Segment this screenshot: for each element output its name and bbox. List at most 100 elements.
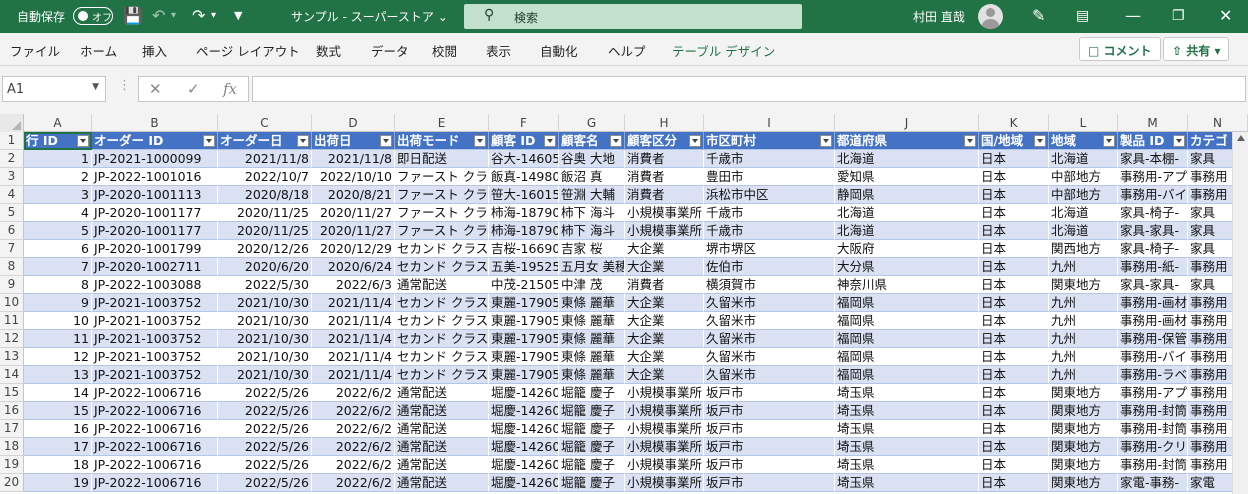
table-cell[interactable]: 日本 bbox=[979, 240, 1049, 258]
table-cell[interactable]: 埼玉県 bbox=[835, 402, 979, 420]
table-cell[interactable]: 豊田市 bbox=[704, 168, 835, 186]
table-cell[interactable]: 事務用-封筒 bbox=[1118, 402, 1188, 420]
table-cell[interactable]: 埼玉県 bbox=[835, 438, 979, 456]
tab-formulas[interactable]: 数式 bbox=[316, 41, 341, 60]
tab-home[interactable]: ホーム bbox=[80, 41, 117, 60]
table-cell[interactable]: 17 bbox=[24, 438, 92, 456]
table-cell[interactable]: JP-2020-1001799 bbox=[92, 240, 218, 258]
table-cell[interactable]: 事務用-バイ bbox=[1118, 186, 1188, 204]
table-cell[interactable]: 日本 bbox=[979, 186, 1049, 204]
table-cell[interactable]: 大企業 bbox=[625, 348, 704, 366]
table-cell[interactable]: 吉家 桜 bbox=[559, 240, 625, 258]
table-cell[interactable]: 九州 bbox=[1049, 294, 1118, 312]
table-cell[interactable]: 小規模事業所 bbox=[625, 474, 704, 492]
table-cell[interactable]: 堀籠 慶子 bbox=[559, 438, 625, 456]
table-cell[interactable]: 8 bbox=[24, 276, 92, 294]
table-cell[interactable]: 東麗-17905 bbox=[489, 330, 559, 348]
table-cell[interactable]: 2020/8/18 bbox=[218, 186, 312, 204]
table-cell[interactable]: 堀慶-14260 bbox=[489, 456, 559, 474]
redo-dropdown-icon[interactable]: ▾ bbox=[211, 6, 216, 26]
table-cell[interactable]: 家具-椅子- bbox=[1118, 240, 1188, 258]
table-cell[interactable]: 日本 bbox=[979, 474, 1049, 492]
table-cell[interactable]: 大企業 bbox=[625, 294, 704, 312]
table-cell[interactable]: 小規模事業所 bbox=[625, 420, 704, 438]
table-cell[interactable]: 事務用-アプ bbox=[1118, 384, 1188, 402]
table-cell[interactable]: 小規模事業所 bbox=[625, 204, 704, 222]
row-header[interactable]: 10 bbox=[0, 294, 24, 312]
row-header[interactable]: 14 bbox=[0, 366, 24, 384]
table-cell[interactable]: セカンド クラス bbox=[395, 330, 489, 348]
table-header-cell[interactable]: 行 ID bbox=[24, 132, 92, 150]
tab-page-layout[interactable]: ページ レイアウト bbox=[196, 41, 300, 60]
redo-icon[interactable]: ↷ bbox=[192, 6, 205, 26]
table-cell[interactable]: 日本 bbox=[979, 294, 1049, 312]
table-cell[interactable]: 九州 bbox=[1049, 258, 1118, 276]
table-cell[interactable]: 愛知県 bbox=[835, 168, 979, 186]
table-cell[interactable]: 堀籠 慶子 bbox=[559, 474, 625, 492]
table-cell[interactable]: 東條 麗華 bbox=[559, 330, 625, 348]
table-cell[interactable]: 即日配送 bbox=[395, 150, 489, 168]
table-cell[interactable]: 2021/10/30 bbox=[218, 312, 312, 330]
table-cell[interactable]: 柿下 海斗 bbox=[559, 204, 625, 222]
table-cell[interactable]: 久留米市 bbox=[704, 348, 835, 366]
column-header-e[interactable]: E bbox=[395, 114, 489, 132]
table-cell[interactable]: 2020/6/24 bbox=[312, 258, 395, 276]
vertical-scrollbar[interactable] bbox=[1232, 132, 1248, 494]
table-header-cell[interactable]: 国/地域 bbox=[979, 132, 1049, 150]
table-cell[interactable]: 坂戸市 bbox=[704, 456, 835, 474]
table-cell[interactable]: 福岡県 bbox=[835, 366, 979, 384]
table-cell[interactable]: 事務用-バイ bbox=[1118, 348, 1188, 366]
table-cell[interactable]: 3 bbox=[24, 186, 92, 204]
table-cell[interactable]: JP-2021-1000099 bbox=[92, 150, 218, 168]
column-header-g[interactable]: G bbox=[559, 114, 625, 132]
table-cell[interactable]: 日本 bbox=[979, 402, 1049, 420]
filter-dropdown-icon[interactable] bbox=[380, 135, 392, 147]
table-cell[interactable]: JP-2022-1006716 bbox=[92, 456, 218, 474]
table-cell[interactable]: 大阪府 bbox=[835, 240, 979, 258]
table-header-cell[interactable]: 顧客名 bbox=[559, 132, 625, 150]
table-cell[interactable]: 大企業 bbox=[625, 366, 704, 384]
table-cell[interactable]: 千歳市 bbox=[704, 204, 835, 222]
table-cell[interactable]: 2020/11/25 bbox=[218, 222, 312, 240]
autosave-toggle[interactable]: オフ bbox=[73, 7, 113, 25]
row-header[interactable]: 2 bbox=[0, 150, 24, 168]
filter-dropdown-icon[interactable] bbox=[544, 135, 556, 147]
table-cell[interactable]: 静岡県 bbox=[835, 186, 979, 204]
table-cell[interactable]: 関東地方 bbox=[1049, 420, 1118, 438]
tab-help[interactable]: ヘルプ bbox=[608, 41, 646, 60]
table-cell[interactable]: 日本 bbox=[979, 204, 1049, 222]
table-cell[interactable]: 東條 麗華 bbox=[559, 348, 625, 366]
table-cell[interactable]: 家具-椅子- bbox=[1118, 204, 1188, 222]
table-cell[interactable]: 北海道 bbox=[1049, 150, 1118, 168]
column-header-l[interactable]: L bbox=[1049, 114, 1118, 132]
table-cell[interactable]: JP-2022-1006716 bbox=[92, 402, 218, 420]
table-cell[interactable]: JP-2020-1001113 bbox=[92, 186, 218, 204]
table-cell[interactable]: 堀籠 慶子 bbox=[559, 384, 625, 402]
table-cell[interactable]: 事務用-封筒 bbox=[1118, 456, 1188, 474]
table-cell[interactable]: 福岡県 bbox=[835, 330, 979, 348]
ribbon-display-icon[interactable]: ▤ bbox=[1076, 6, 1089, 26]
table-cell[interactable]: 五月女 美穂 bbox=[559, 258, 625, 276]
table-cell[interactable]: 佐伯市 bbox=[704, 258, 835, 276]
table-cell[interactable]: 大企業 bbox=[625, 312, 704, 330]
table-cell[interactable]: 6 bbox=[24, 240, 92, 258]
column-header-d[interactable]: D bbox=[312, 114, 395, 132]
row-header[interactable]: 17 bbox=[0, 420, 24, 438]
table-header-cell[interactable]: 製品 ID bbox=[1118, 132, 1188, 150]
table-cell[interactable]: 横須賀市 bbox=[704, 276, 835, 294]
row-header[interactable]: 3 bbox=[0, 168, 24, 186]
row-header[interactable]: 20 bbox=[0, 474, 24, 492]
confirm-icon[interactable]: ✓ bbox=[187, 80, 200, 98]
table-cell[interactable]: 通常配送 bbox=[395, 384, 489, 402]
row-header[interactable]: 19 bbox=[0, 456, 24, 474]
row-header[interactable]: 18 bbox=[0, 438, 24, 456]
table-cell[interactable]: 日本 bbox=[979, 366, 1049, 384]
table-cell[interactable]: 関東地方 bbox=[1049, 384, 1118, 402]
table-cell[interactable]: 2022/10/10 bbox=[312, 168, 395, 186]
table-cell[interactable]: 家具-家具- bbox=[1118, 222, 1188, 240]
table-cell[interactable]: 2022/10/7 bbox=[218, 168, 312, 186]
table-cell[interactable]: 通常配送 bbox=[395, 474, 489, 492]
table-header-cell[interactable]: オーダー日 bbox=[218, 132, 312, 150]
table-cell[interactable]: 事務用-保管 bbox=[1118, 330, 1188, 348]
table-cell[interactable]: 東條 麗華 bbox=[559, 312, 625, 330]
